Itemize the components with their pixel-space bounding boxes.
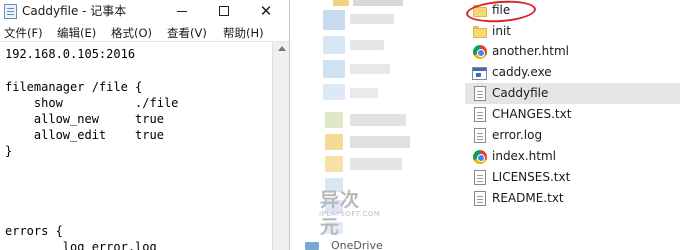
blurred-nav-label bbox=[350, 136, 410, 148]
document-icon bbox=[474, 107, 486, 122]
file-name: error.log bbox=[492, 128, 543, 142]
editor-line: filemanager /file { bbox=[5, 80, 143, 94]
blurred-nav-icon bbox=[325, 112, 343, 128]
file-name: another.html bbox=[492, 44, 569, 58]
exe-icon bbox=[472, 67, 487, 80]
file-name: caddy.exe bbox=[492, 65, 552, 79]
chrome-icon bbox=[473, 150, 487, 164]
chrome-icon bbox=[473, 45, 487, 59]
close-icon: ✕ bbox=[259, 1, 273, 20]
window-title: Caddyfile - 记事本 bbox=[22, 4, 127, 18]
blurred-nav-label bbox=[350, 88, 378, 98]
blurred-nav-icon bbox=[333, 0, 349, 6]
text-editor[interactable]: 192.168.0.105:2016 filemanager /file { s… bbox=[0, 42, 272, 250]
file-name: CHANGES.txt bbox=[492, 107, 572, 121]
file-name: index.html bbox=[492, 149, 556, 163]
file-row[interactable]: index.html bbox=[465, 146, 680, 167]
editor-line: allow_new true bbox=[5, 112, 164, 126]
blurred-nav-label bbox=[350, 14, 394, 24]
file-name: init bbox=[492, 24, 511, 38]
file-row[interactable]: another.html bbox=[465, 41, 680, 62]
notepad-window: Caddyfile - 记事本 ✕ 文件(F) 编辑(E) 格式(O) 查看(V… bbox=[0, 0, 290, 250]
blurred-nav-label bbox=[350, 114, 406, 126]
document-icon bbox=[474, 170, 486, 185]
blurred-nav-icon bbox=[323, 60, 345, 78]
file-list: file init another.html caddy.exe Caddyfi… bbox=[465, 0, 680, 250]
document-icon bbox=[474, 191, 486, 206]
file-row[interactable]: init bbox=[465, 21, 680, 42]
menu-bar: 文件(F) 编辑(E) 格式(O) 查看(V) 帮助(H) bbox=[0, 22, 289, 42]
editor-line: show ./file bbox=[5, 96, 179, 110]
menu-view[interactable]: 查看(V) bbox=[167, 25, 207, 41]
nav-item-label: OneDrive bbox=[331, 239, 383, 250]
file-row[interactable]: caddy.exe bbox=[465, 62, 680, 83]
blurred-nav-label bbox=[350, 158, 402, 170]
watermark: 异次元 IPLAYSOFT.COM bbox=[318, 185, 380, 238]
folder-icon bbox=[472, 24, 488, 40]
editor-line: errors { bbox=[5, 224, 63, 238]
file-name: README.txt bbox=[492, 191, 564, 205]
menu-file[interactable]: 文件(F) bbox=[4, 25, 43, 41]
blurred-nav-icon bbox=[323, 84, 345, 100]
menu-help[interactable]: 帮助(H) bbox=[223, 25, 264, 41]
file-name: Caddyfile bbox=[492, 86, 549, 100]
blurred-nav-icon bbox=[323, 10, 345, 30]
blurred-nav-label bbox=[353, 0, 403, 6]
file-row[interactable]: error.log bbox=[465, 125, 680, 146]
file-row[interactable]: README.txt bbox=[465, 188, 680, 209]
file-row[interactable]: LICENSES.txt bbox=[465, 167, 680, 188]
blurred-nav-label bbox=[350, 64, 390, 74]
blurred-nav-icon bbox=[323, 36, 345, 54]
document-icon bbox=[474, 128, 486, 143]
maximize-button[interactable] bbox=[204, 0, 244, 22]
minimize-icon bbox=[177, 10, 187, 12]
editor-line: } bbox=[5, 144, 13, 158]
scroll-up-icon[interactable] bbox=[278, 46, 286, 51]
document-icon bbox=[474, 86, 486, 101]
maximize-icon bbox=[219, 6, 229, 16]
blurred-nav-label bbox=[350, 40, 384, 50]
editor-line: allow_edit true bbox=[5, 128, 164, 142]
vertical-scrollbar[interactable] bbox=[272, 42, 289, 250]
file-name: LICENSES.txt bbox=[492, 170, 571, 184]
nav-item-onedrive[interactable]: OneDrive bbox=[305, 239, 383, 250]
editor-line: log error.log bbox=[5, 240, 157, 250]
close-button[interactable]: ✕ bbox=[246, 0, 286, 22]
blurred-nav-icon bbox=[325, 134, 343, 150]
file-row[interactable]: CHANGES.txt bbox=[465, 104, 680, 125]
minimize-button[interactable] bbox=[162, 0, 202, 22]
menu-format[interactable]: 格式(O) bbox=[111, 25, 152, 41]
notepad-titlebar[interactable]: Caddyfile - 记事本 ✕ bbox=[0, 0, 289, 22]
cloud-icon bbox=[305, 242, 319, 250]
file-row-selected[interactable]: Caddyfile bbox=[465, 83, 680, 104]
menu-edit[interactable]: 编辑(E) bbox=[57, 25, 96, 41]
editor-line: 192.168.0.105:2016 bbox=[5, 47, 136, 61]
notepad-app-icon bbox=[4, 4, 17, 19]
watermark-url: IPLAYSOFT.COM bbox=[319, 210, 381, 218]
blurred-nav-icon bbox=[325, 156, 343, 172]
